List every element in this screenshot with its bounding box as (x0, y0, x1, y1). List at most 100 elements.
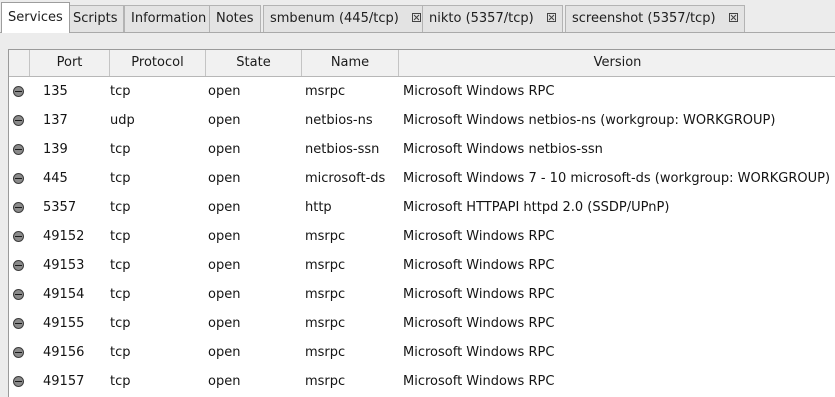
cell-protocol: tcp (110, 316, 131, 331)
cell-name: netbios-ssn (305, 142, 380, 157)
cell-name: msrpc (305, 374, 346, 389)
table-row[interactable]: 49155 tcp open msrpc Microsoft Windows RPC (9, 309, 835, 338)
cell-name: msrpc (305, 287, 346, 302)
cell-version: Microsoft Windows RPC (403, 316, 555, 331)
table-row[interactable]: 49154 tcp open msrpc Microsoft Windows RPC (9, 280, 835, 309)
services-table: Port Protocol State Name Version 135 tcp o… (8, 49, 835, 397)
cell-state: open (208, 171, 241, 186)
table-row[interactable]: 5357 tcp open http Microsoft HTTPAPI httpd 2… (9, 193, 835, 222)
cell-port: 49152 (43, 229, 85, 244)
host-status-icon (13, 144, 24, 155)
tab-services[interactable]: Services (1, 2, 70, 33)
cell-port: 445 (43, 171, 68, 186)
cell-version: Microsoft Windows RPC (403, 258, 555, 273)
cell-port: 49156 (43, 345, 85, 360)
column-header-status[interactable] (9, 50, 30, 76)
cell-state: open (208, 200, 241, 215)
column-header-state[interactable]: State (206, 50, 302, 76)
cell-protocol: tcp (110, 229, 131, 244)
cell-state: open (208, 142, 241, 157)
close-icon[interactable] (546, 13, 556, 22)
host-status-icon (13, 86, 24, 97)
cell-port: 5357 (43, 200, 77, 215)
tab-screenshot[interactable]: screenshot (5357/tcp) (565, 5, 745, 32)
tab-label: Services (8, 10, 63, 25)
tab-label: smbenum (445/tcp) (270, 11, 399, 26)
cell-protocol: tcp (110, 287, 131, 302)
tab-nikto[interactable]: nikto (5357/tcp) (422, 5, 563, 32)
cell-port: 139 (43, 142, 68, 157)
cell-protocol: tcp (110, 258, 131, 273)
table-row[interactable]: 135 tcp open msrpc Microsoft Windows RPC (9, 77, 835, 106)
table-row[interactable]: 137 udp open netbios-ns Microsoft Windows ne… (9, 106, 835, 135)
host-status-icon (13, 289, 24, 300)
close-icon[interactable] (411, 13, 421, 22)
cell-version: Microsoft Windows RPC (403, 374, 555, 389)
cell-name: microsoft-ds (305, 171, 386, 186)
column-header-name[interactable]: Name (302, 50, 399, 76)
tab-scripts[interactable]: Scripts (66, 5, 125, 32)
cell-port: 137 (43, 113, 68, 128)
cell-port: 135 (43, 84, 68, 99)
cell-version: Microsoft Windows netbios-ssn (403, 142, 603, 157)
cell-port: 49153 (43, 258, 85, 273)
table-row[interactable]: 445 tcp open microsoft-ds Microsoft Windows … (9, 164, 835, 193)
tab-bar: Services Scripts Information Notes smben… (0, 0, 835, 33)
column-header-protocol[interactable]: Protocol (110, 50, 206, 76)
tab-label: Information (131, 11, 207, 26)
column-header-port[interactable]: Port (30, 50, 110, 76)
cell-port: 49155 (43, 316, 85, 331)
cell-protocol: tcp (110, 200, 131, 215)
cell-version: Microsoft Windows RPC (403, 287, 555, 302)
tab-information[interactable]: Information (124, 5, 214, 32)
cell-version: Microsoft Windows 7 - 10 microsoft-ds (w… (403, 171, 831, 186)
column-header-version[interactable]: Version (399, 50, 835, 76)
table-row[interactable]: 49157 tcp open msrpc Microsoft Windows RPC (9, 367, 835, 396)
host-status-icon (13, 318, 24, 329)
services-panel: Port Protocol State Name Version 135 tcp o… (0, 33, 835, 397)
host-status-icon (13, 202, 24, 213)
host-status-icon (13, 376, 24, 387)
cell-protocol: udp (110, 113, 135, 128)
tab-smbenum[interactable]: smbenum (445/tcp) (263, 5, 428, 32)
tab-label: Notes (216, 11, 254, 26)
cell-version: Microsoft Windows RPC (403, 84, 555, 99)
cell-version: Microsoft Windows RPC (403, 345, 555, 360)
cell-version: Microsoft Windows RPC (403, 229, 555, 244)
cell-protocol: tcp (110, 171, 131, 186)
cell-protocol: tcp (110, 84, 131, 99)
cell-port: 49154 (43, 287, 85, 302)
tab-notes[interactable]: Notes (209, 5, 261, 32)
cell-state: open (208, 258, 241, 273)
host-status-icon (13, 260, 24, 271)
cell-protocol: tcp (110, 374, 131, 389)
cell-version: Microsoft HTTPAPI httpd 2.0 (SSDP/UPnP) (403, 200, 670, 215)
tab-label: nikto (5357/tcp) (429, 11, 534, 26)
cell-name: http (305, 200, 332, 215)
cell-protocol: tcp (110, 345, 131, 360)
table-row[interactable]: 49153 tcp open msrpc Microsoft Windows RPC (9, 251, 835, 280)
table-row[interactable]: 139 tcp open netbios-ssn Microsoft Windows n… (9, 135, 835, 164)
table-header: Port Protocol State Name Version (9, 50, 835, 77)
cell-name: msrpc (305, 229, 346, 244)
cell-state: open (208, 229, 241, 244)
cell-version: Microsoft Windows netbios-ns (workgroup:… (403, 113, 776, 128)
cell-state: open (208, 345, 241, 360)
cell-state: open (208, 84, 241, 99)
cell-state: open (208, 374, 241, 389)
tab-label: screenshot (5357/tcp) (572, 11, 716, 26)
cell-state: open (208, 316, 241, 331)
tab-label: Scripts (73, 11, 118, 26)
cell-name: netbios-ns (305, 113, 373, 128)
table-row[interactable]: 49156 tcp open msrpc Microsoft Windows RPC (9, 338, 835, 367)
cell-state: open (208, 287, 241, 302)
table-row[interactable]: 49152 tcp open msrpc Microsoft Windows RPC (9, 222, 835, 251)
cell-name: msrpc (305, 258, 346, 273)
host-status-icon (13, 115, 24, 126)
close-icon[interactable] (728, 13, 738, 22)
cell-name: msrpc (305, 345, 346, 360)
host-status-icon (13, 173, 24, 184)
cell-protocol: tcp (110, 142, 131, 157)
cell-name: msrpc (305, 316, 346, 331)
cell-name: msrpc (305, 84, 346, 99)
